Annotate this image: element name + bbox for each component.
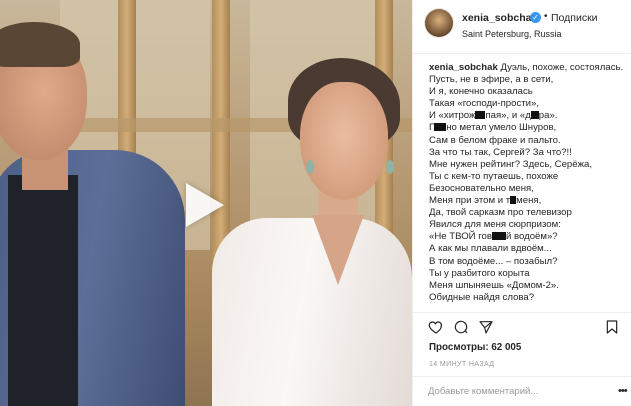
more-icon[interactable]: ••• bbox=[618, 385, 628, 397]
caption-line: За что ты так, Сергей? За что?!! bbox=[429, 146, 572, 158]
caption-line: Да, твой сарказм про телевизор bbox=[429, 207, 572, 219]
caption-line: И я, конечно оказалась bbox=[429, 86, 533, 98]
post-sidebar: xenia_sobchak ✓ • Подписки Saint Petersb… bbox=[412, 0, 631, 406]
caption-line: Гно метал умело Шнуров, bbox=[429, 122, 557, 134]
man-hair bbox=[0, 22, 80, 67]
verified-icon: ✓ bbox=[530, 12, 541, 23]
caption: xenia_sobchak Дуэль, похоже, состоялась.… bbox=[429, 62, 625, 304]
caption-line: И «хитрож пая», и «д ра». bbox=[429, 110, 558, 122]
censor-block bbox=[491, 232, 506, 241]
caption-line: Ты с кем-то путаешь, похоже bbox=[429, 170, 559, 182]
views-count: Просмотры: 62 005 bbox=[429, 342, 522, 353]
caption-line: «Не ТВОЙ гов й водоём»? bbox=[429, 231, 558, 243]
censor-block bbox=[475, 111, 486, 120]
location-link[interactable]: Saint Petersburg, Russia bbox=[462, 29, 562, 39]
caption-line: Пусть, не в эфире, а в сети, bbox=[429, 74, 554, 86]
man-shirt bbox=[8, 175, 78, 406]
caption-line: xenia_sobchak Дуэль, похоже, состоялась. bbox=[429, 62, 624, 73]
earring-right bbox=[386, 160, 394, 174]
avatar[interactable] bbox=[425, 9, 453, 37]
play-icon[interactable] bbox=[186, 183, 224, 227]
caption-line: Обидные найдя слова? bbox=[429, 291, 535, 303]
caption-line: Меня шпыняешь «Домом-2». bbox=[429, 279, 559, 291]
video-player[interactable] bbox=[0, 0, 412, 406]
comment-icon[interactable] bbox=[453, 319, 469, 335]
caption-line: В том водоёме... – позабыл? bbox=[429, 255, 558, 267]
follow-button[interactable]: Подписки bbox=[551, 12, 598, 24]
woman-neckline bbox=[312, 215, 364, 285]
comment-bar: ••• bbox=[413, 376, 631, 406]
bookmark-icon[interactable] bbox=[604, 319, 620, 335]
woman-face bbox=[300, 82, 388, 200]
post-header: xenia_sobchak ✓ • Подписки Saint Petersb… bbox=[413, 0, 631, 54]
caption-line: Меня при этом и т меня, bbox=[429, 195, 542, 207]
comments-area[interactable]: xenia_sobchak Дуэль, похоже, состоялась.… bbox=[413, 54, 631, 310]
censor-block bbox=[530, 111, 539, 120]
post-timestamp[interactable]: 14 МИНУТ НАЗАД bbox=[429, 361, 494, 368]
earring-left bbox=[306, 160, 314, 174]
censor-block bbox=[434, 123, 447, 132]
share-icon[interactable] bbox=[478, 319, 494, 335]
caption-line: Ты у разбитого корыта bbox=[429, 267, 530, 279]
caption-line: Мне нужен рейтинг? Здесь, Серёжа, bbox=[429, 158, 593, 170]
caption-line: Сам в белом фраке и пальто. bbox=[429, 134, 561, 146]
caption-line: Явился для меня сюрпризом: bbox=[429, 219, 561, 231]
caption-line: Безосновательно меня, bbox=[429, 182, 534, 194]
follow-separator: • bbox=[544, 11, 548, 22]
action-bar bbox=[413, 312, 631, 341]
comment-input[interactable] bbox=[428, 383, 618, 399]
caption-line: А как мы плавали вдвоём... bbox=[429, 243, 552, 255]
caption-username[interactable]: xenia_sobchak bbox=[429, 62, 498, 73]
header-username[interactable]: xenia_sobchak bbox=[462, 12, 537, 24]
caption-line: Такая «господи-прости», bbox=[429, 98, 540, 110]
heart-icon[interactable] bbox=[428, 319, 444, 335]
